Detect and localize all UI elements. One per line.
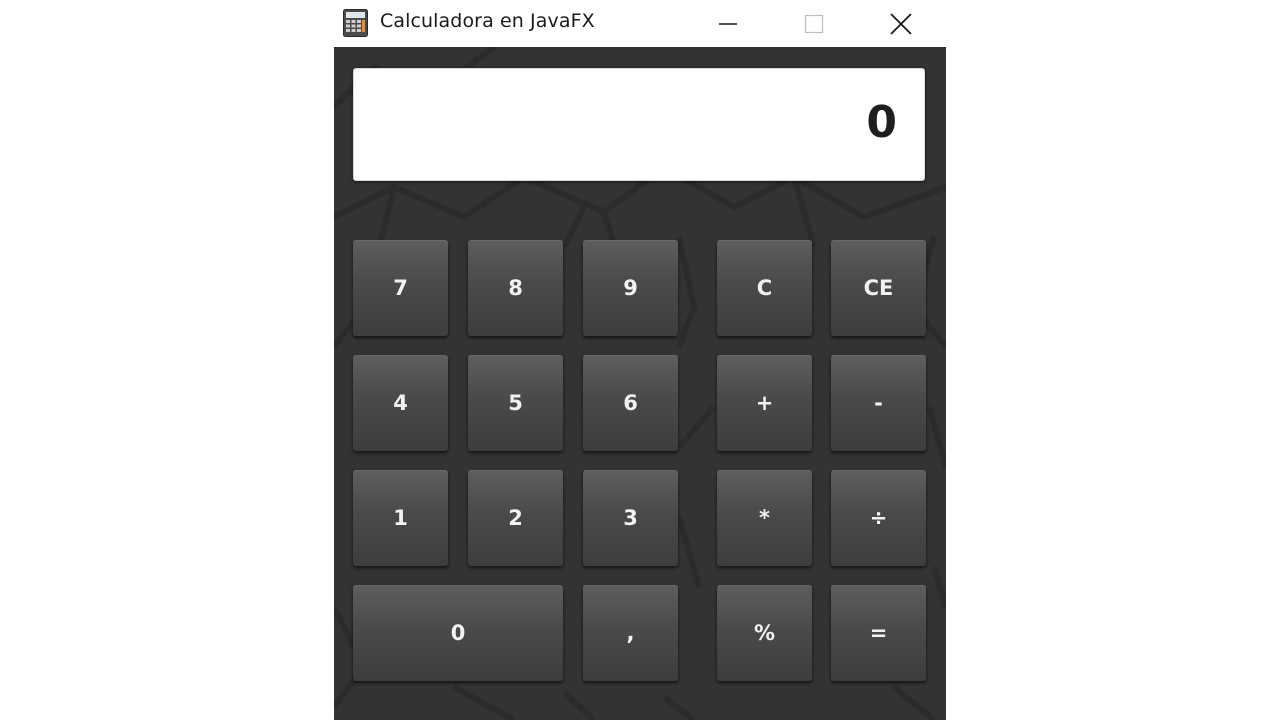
key-8[interactable]: 8 xyxy=(468,240,563,336)
calculator-body: 0 7 8 9 C CE 4 5 6 + - 1 2 3 * ÷ 0 , % = xyxy=(334,47,946,720)
key-7[interactable]: 7 xyxy=(353,240,448,336)
key-9[interactable]: 9 xyxy=(583,240,678,336)
window-title: Calculadora en JavaFX xyxy=(380,10,595,32)
key-3[interactable]: 3 xyxy=(583,470,678,566)
key-clear[interactable]: C xyxy=(717,240,812,336)
key-multiply[interactable]: * xyxy=(717,470,812,566)
key-subtract[interactable]: - xyxy=(831,355,926,451)
minimize-button[interactable] xyxy=(705,0,751,47)
title-bar[interactable]: Calculadora en JavaFX xyxy=(334,0,946,47)
result-display: 0 xyxy=(353,68,925,181)
key-1[interactable]: 1 xyxy=(353,470,448,566)
maximize-button[interactable] xyxy=(791,0,837,47)
key-4[interactable]: 4 xyxy=(353,355,448,451)
key-5[interactable]: 5 xyxy=(468,355,563,451)
key-6[interactable]: 6 xyxy=(583,355,678,451)
display-value: 0 xyxy=(866,97,897,148)
key-clear-entry[interactable]: CE xyxy=(831,240,926,336)
key-add[interactable]: + xyxy=(717,355,812,451)
calculator-icon xyxy=(343,9,368,37)
key-divide[interactable]: ÷ xyxy=(831,470,926,566)
close-icon xyxy=(890,12,912,35)
close-button[interactable] xyxy=(878,0,924,47)
key-percent[interactable]: % xyxy=(717,585,812,681)
maximize-icon xyxy=(804,14,824,33)
key-equals[interactable]: = xyxy=(831,585,926,681)
minimize-icon xyxy=(719,22,737,25)
key-0[interactable]: 0 xyxy=(353,585,563,681)
calculator-window: Calculadora en JavaFX 0 7 8 9 C CE 4 5 6… xyxy=(334,0,946,720)
key-decimal-comma[interactable]: , xyxy=(583,585,678,681)
key-2[interactable]: 2 xyxy=(468,470,563,566)
